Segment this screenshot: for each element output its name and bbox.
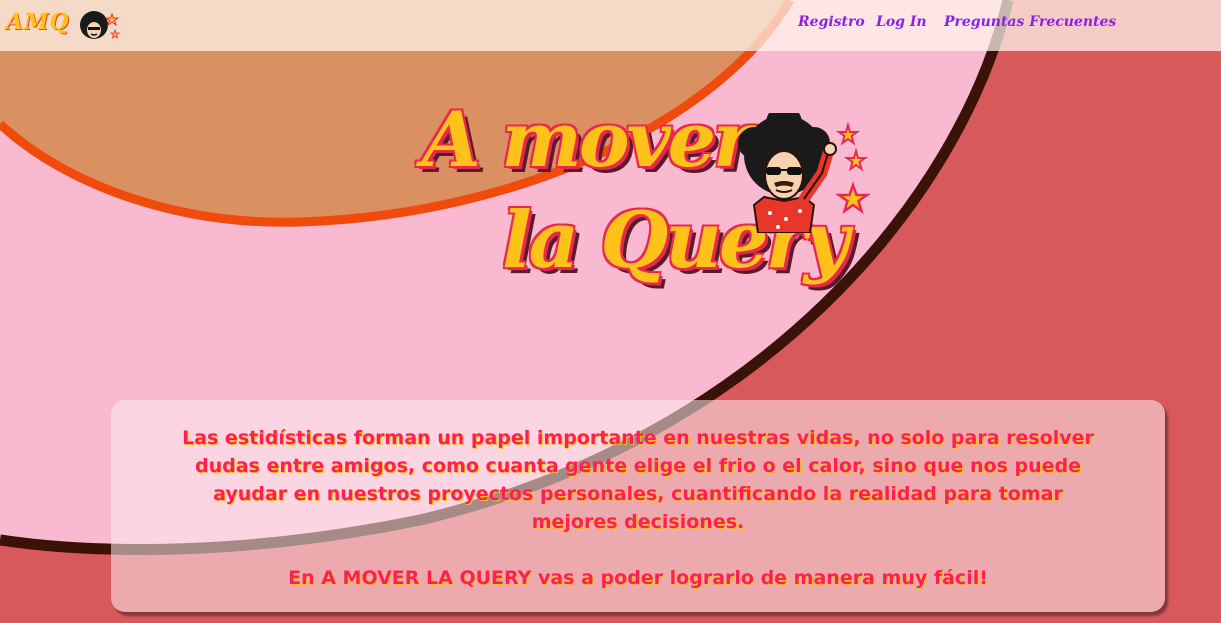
nav-link-registro[interactable]: Registro: [798, 14, 865, 30]
star-icon: [843, 147, 869, 172]
navbar: AMQ Registro Log In Preguntas Frecuentes: [0, 0, 1221, 51]
hero-logo: A mover la Query: [420, 95, 880, 310]
logo-title-line1: A mover: [422, 95, 753, 184]
nav-links: Registro Log In Preguntas Frecuentes: [0, 14, 1221, 38]
star-icon: [835, 181, 871, 215]
nav-link-login[interactable]: Log In: [876, 14, 927, 30]
nav-link-faq[interactable]: Preguntas Frecuentes: [944, 14, 1116, 30]
info-paragraph: Las estidísticas forman un papel importa…: [182, 427, 1094, 533]
star-icon: [835, 121, 861, 146]
afro-mascot-icon: [738, 113, 871, 233]
info-card: Las estidísticas forman un papel importa…: [111, 400, 1165, 612]
info-cta: En A MOVER LA QUERY vas a poder lograrlo…: [288, 567, 988, 589]
